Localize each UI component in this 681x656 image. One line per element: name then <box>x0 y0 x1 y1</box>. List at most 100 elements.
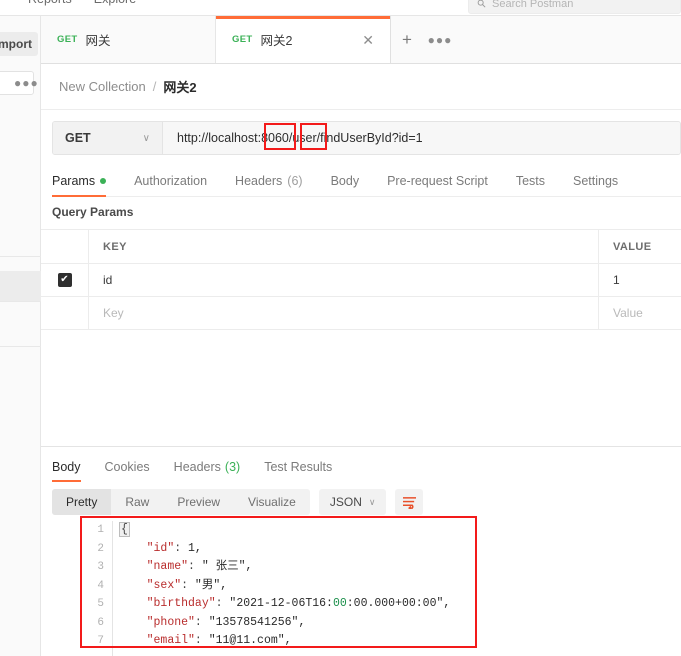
request-tab-1[interactable]: GET 网关 <box>41 16 216 63</box>
breadcrumb-request[interactable]: 网关2 <box>163 77 196 96</box>
breadcrumb-collection[interactable]: New Collection <box>59 79 146 94</box>
response-divider <box>41 446 681 447</box>
response-view-modes: Pretty Raw Preview Visualize <box>52 489 310 515</box>
response-format-label: JSON <box>329 495 362 509</box>
tab-params-label: Params <box>52 173 96 188</box>
json-line: "birthday": "2021-12-06T16:00:00.000+00:… <box>119 595 679 614</box>
json-line: { <box>119 521 679 540</box>
tab-params[interactable]: Params <box>52 167 120 197</box>
row-check-cell: ✔ <box>41 264 89 296</box>
row-value-cell[interactable]: 1 <box>599 264 681 296</box>
json-line-text: "email": "11@11.com", <box>146 634 292 647</box>
http-method-label: GET <box>65 131 91 145</box>
sidebar-selected-band[interactable] <box>0 271 41 301</box>
json-open-brace: { <box>119 522 130 537</box>
header-value-label: VALUE <box>613 240 652 253</box>
global-search-placeholder: Search Postman <box>492 0 574 10</box>
search-icon <box>477 0 486 8</box>
nav-item-explore[interactable]: Explore <box>94 0 136 6</box>
response-tab-headers[interactable]: Headers (3) <box>174 453 241 481</box>
response-format-select[interactable]: JSON ∨ <box>318 489 387 515</box>
line-number: 4 <box>97 579 104 592</box>
breadcrumb: New Collection / 网关2 <box>41 64 681 110</box>
json-line-text: "phone": "13578541256", <box>146 615 306 629</box>
header-cell-value: VALUE <box>599 230 681 263</box>
table-row: Key Value <box>41 297 681 330</box>
query-params-table: KEY VALUE ✔ id 1 Key Value <box>41 229 681 330</box>
tab-body[interactable]: Body <box>331 167 374 197</box>
tab-settings[interactable]: Settings <box>573 167 632 197</box>
http-method-select[interactable]: GET ∨ <box>53 122 163 154</box>
chevron-down-icon: ∨ <box>142 132 150 144</box>
view-mode-pretty[interactable]: Pretty <box>52 489 112 515</box>
view-mode-raw[interactable]: Raw <box>111 489 163 515</box>
sidebar-rail: Import ●●● <box>0 16 41 656</box>
tab-authorization-label: Authorization <box>134 173 208 188</box>
tab-pre-request-script-label: Pre-request Script <box>387 173 488 188</box>
view-mode-preview[interactable]: Preview <box>163 489 234 515</box>
tab-options-icon[interactable]: ●●● <box>423 16 457 63</box>
json-line: "phone": "13578541256", <box>119 614 679 633</box>
app-header: Reports Explore Search Postman <box>0 0 681 16</box>
breadcrumb-separator: / <box>152 79 157 94</box>
tab-tests[interactable]: Tests <box>516 167 559 197</box>
tab-headers-count: (6) <box>287 173 303 188</box>
line-number: 2 <box>97 542 104 555</box>
sidebar-more-icon[interactable]: ●●● <box>14 77 39 89</box>
json-line: "email": "11@11.com", <box>119 632 679 651</box>
tab-tests-label: Tests <box>515 173 545 188</box>
checkbox-checked[interactable]: ✔ <box>57 273 72 287</box>
response-tab-headers-count: (3) <box>224 460 241 474</box>
header-key-label: KEY <box>103 240 127 253</box>
tab-title-label: 网关2 <box>260 34 293 48</box>
tab-pre-request-script[interactable]: Pre-request Script <box>387 167 502 197</box>
tab-headers[interactable]: Headers (6) <box>235 167 317 197</box>
line-number-gutter: 1 2 3 4 5 6 7 <box>85 521 109 656</box>
import-button[interactable]: Import <box>0 32 38 56</box>
global-search-input[interactable]: Search Postman <box>468 0 681 14</box>
param-key-placeholder: Key <box>103 306 124 320</box>
tab-body-label: Body <box>330 173 360 188</box>
line-number: 1 <box>97 524 104 536</box>
word-wrap-icon <box>402 496 416 509</box>
tab-authorization[interactable]: Authorization <box>134 167 221 197</box>
gutter-divider <box>112 521 113 656</box>
view-mode-visualize[interactable]: Visualize <box>234 489 310 515</box>
nav-item-reports[interactable]: Reports <box>28 0 72 6</box>
line-number: 6 <box>97 616 104 629</box>
row-value-cell-empty[interactable]: Value <box>599 297 681 329</box>
request-section-tabs: Params Authorization Headers (6) Body Pr… <box>52 167 681 197</box>
sidebar-divider <box>0 301 41 302</box>
row-key-cell[interactable]: id <box>89 264 599 296</box>
table-row: ✔ id 1 <box>41 264 681 297</box>
header-cell-key: KEY <box>89 230 599 263</box>
tab-settings-label: Settings <box>573 173 619 188</box>
request-tab-2[interactable]: GET 网关2 ✕ <box>216 16 391 63</box>
response-tab-body[interactable]: Body <box>52 453 81 482</box>
close-icon[interactable]: ✕ <box>344 33 374 47</box>
tab-title-label: 网关 <box>85 34 111 48</box>
response-body-viewer[interactable]: 1 2 3 4 5 6 7 { "id": 1, "name": " 张三", … <box>41 521 681 656</box>
response-tab-cookies[interactable]: Cookies <box>105 453 150 481</box>
postman-window: Reports Explore Search Postman Import ●●… <box>0 0 681 656</box>
response-tab-test-results[interactable]: Test Results <box>264 453 332 481</box>
line-number: 7 <box>97 635 104 647</box>
param-value-placeholder: Value <box>613 306 643 320</box>
url-input[interactable]: http://localhost:8060/user/findUserById?… <box>163 122 680 154</box>
url-bar: GET ∨ http://localhost:8060/user/findUse… <box>52 121 681 155</box>
param-value-value: 1 <box>613 273 620 287</box>
json-line-text: "name": " 张三", <box>146 560 253 573</box>
word-wrap-button[interactable] <box>395 489 424 515</box>
response-tab-headers-label: Headers <box>173 460 221 474</box>
tab-method-label: GET <box>57 34 78 45</box>
param-key-value: id <box>103 273 113 287</box>
response-tab-test-results-label: Test Results <box>264 460 333 474</box>
chevron-down-icon: ∨ <box>368 496 376 507</box>
new-tab-button[interactable]: + <box>391 16 423 63</box>
sidebar-divider <box>0 256 41 257</box>
line-number: 3 <box>97 561 104 573</box>
row-key-cell-empty[interactable]: Key <box>89 297 599 329</box>
sidebar-divider <box>0 346 41 347</box>
tab-headers-label: Headers <box>235 173 283 188</box>
url-text: http://localhost:8060/user/findUserById?… <box>177 131 423 145</box>
